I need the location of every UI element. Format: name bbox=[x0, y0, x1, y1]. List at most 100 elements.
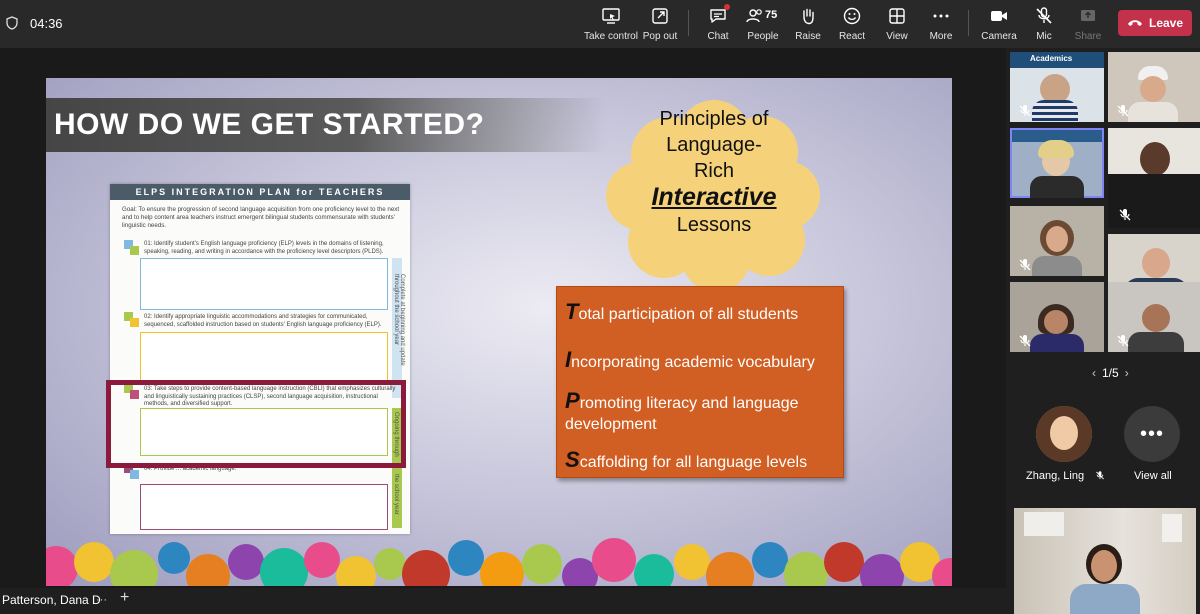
view-all-button[interactable]: ••• bbox=[1124, 406, 1180, 462]
tip-initial: S bbox=[565, 447, 580, 472]
leave-button[interactable]: Leave bbox=[1118, 10, 1192, 36]
pop-out-button[interactable]: Pop out bbox=[642, 6, 678, 44]
mic-muted-icon bbox=[1117, 335, 1129, 347]
self-shirt bbox=[1070, 584, 1140, 614]
participant-tile[interactable] bbox=[1010, 206, 1104, 276]
principles-cloud: Principles of Language- Rich Interactive… bbox=[594, 100, 834, 290]
plus-icon[interactable]: + bbox=[120, 590, 129, 606]
participant-shirt bbox=[1128, 102, 1178, 122]
people-icon-wrap: 75 bbox=[745, 6, 781, 26]
elps-plan-document: ELPS INTEGRATION PLAN for TEACHERS Goal:… bbox=[110, 184, 410, 534]
tip-item: Scaffolding for all language levels bbox=[565, 449, 841, 473]
step-2-text: 02: Identify appropriate linguistic acco… bbox=[144, 314, 382, 328]
pop-out-icon bbox=[652, 8, 668, 24]
participant-face bbox=[1044, 310, 1068, 334]
take-control-icon bbox=[602, 8, 620, 24]
chevron-left-icon[interactable]: ‹ bbox=[1092, 366, 1096, 380]
people-label: People bbox=[747, 31, 779, 42]
participant-name: Zhang, Ling bbox=[1026, 470, 1105, 482]
take-control-label: Take control bbox=[584, 31, 638, 42]
decorative-circles bbox=[46, 538, 952, 586]
raise-hand-button[interactable]: Raise bbox=[794, 6, 822, 44]
banner-text: Academics bbox=[1030, 54, 1073, 63]
participant-tile[interactable] bbox=[1108, 174, 1200, 228]
share-label: Share bbox=[1074, 31, 1102, 42]
tips-box: Total participation of all students Inco… bbox=[556, 286, 844, 478]
view-all-label: View all bbox=[1134, 470, 1172, 482]
participant-face bbox=[1140, 142, 1170, 176]
pop-out-label: Pop out bbox=[642, 31, 678, 42]
react-button[interactable]: React bbox=[838, 6, 866, 44]
chat-icon-wrap bbox=[708, 4, 730, 26]
participant-tile[interactable] bbox=[1010, 282, 1104, 352]
step-marker bbox=[130, 470, 139, 479]
leave-label: Leave bbox=[1148, 16, 1184, 30]
participant-shirt bbox=[1128, 332, 1184, 352]
step-2-box bbox=[140, 332, 388, 384]
participant-name-text: Zhang, Ling bbox=[1026, 470, 1085, 482]
wall-frame bbox=[1024, 512, 1064, 536]
mic-label: Mic bbox=[1036, 31, 1052, 42]
camera-button[interactable]: Camera bbox=[981, 6, 1017, 44]
ellipsis-icon[interactable]: ··· bbox=[96, 592, 107, 608]
stage-footer: Patterson, Dana D ··· + bbox=[0, 588, 1006, 614]
slide-title: HOW DO WE GET STARTED? bbox=[54, 108, 485, 141]
tip-item: Promoting literacy and language developm… bbox=[565, 390, 841, 435]
more-label: More bbox=[929, 31, 953, 42]
chat-button[interactable]: Chat bbox=[704, 4, 732, 44]
toolbar-divider bbox=[688, 10, 689, 36]
cloud-line: Lessons bbox=[676, 214, 752, 236]
mic-muted-icon bbox=[1019, 259, 1031, 271]
share-button[interactable]: Share bbox=[1074, 6, 1102, 44]
smiley-icon bbox=[843, 7, 861, 25]
self-face bbox=[1091, 550, 1117, 582]
tip-item: Incorporating academic vocabulary bbox=[565, 349, 841, 373]
tip-text: romoting literacy and language developme… bbox=[565, 395, 799, 433]
participant-shirt bbox=[1030, 334, 1084, 352]
view-button[interactable]: View bbox=[884, 6, 910, 44]
raise-label: Raise bbox=[795, 31, 821, 42]
toolbar-divider bbox=[968, 10, 969, 36]
presenter-name: Patterson, Dana D bbox=[2, 593, 101, 607]
cloud-line: Language- bbox=[666, 134, 762, 156]
people-button[interactable]: 75 People bbox=[744, 6, 782, 44]
side-text: the school year bbox=[393, 474, 399, 515]
step-1-box bbox=[140, 258, 388, 310]
avatar-face bbox=[1050, 416, 1078, 450]
participant-face bbox=[1046, 226, 1068, 252]
participants-panel: Academics ‹ 1/5 › Zhang, Ling ••• View a… bbox=[1006, 48, 1200, 614]
mic-muted-icon bbox=[1019, 105, 1031, 117]
doc-heading: ELPS INTEGRATION PLAN for TEACHERS bbox=[110, 184, 410, 200]
tip-item: Total participation of all students bbox=[565, 301, 841, 325]
presentation-slide: HOW DO WE GET STARTED? Principles of Lan… bbox=[46, 50, 952, 586]
avatar[interactable] bbox=[1036, 406, 1092, 462]
self-video-tile[interactable] bbox=[1014, 508, 1196, 614]
camera-label: Camera bbox=[981, 31, 1017, 42]
tip-text: ncorporating academic vocabulary bbox=[571, 354, 815, 371]
raise-hand-icon bbox=[803, 8, 814, 25]
more-dots-icon: ••• bbox=[1139, 422, 1164, 445]
participant-tile-speaking[interactable] bbox=[1010, 128, 1104, 198]
participant-shirt bbox=[1032, 256, 1082, 276]
participant-hair bbox=[1038, 140, 1074, 158]
more-button[interactable]: More bbox=[926, 6, 956, 44]
take-control-button[interactable]: Take control bbox=[584, 6, 638, 44]
participant-tile[interactable]: Academics bbox=[1010, 52, 1104, 122]
chevron-right-icon[interactable]: › bbox=[1125, 366, 1129, 380]
step-1-text: 01: Identify student's English language … bbox=[144, 241, 384, 255]
participant-tile[interactable] bbox=[1108, 52, 1200, 122]
meeting-toolbar: 04:36 Take control Pop out Chat 75 Peopl… bbox=[0, 0, 1200, 48]
gallery-pager: ‹ 1/5 › bbox=[1086, 366, 1135, 380]
step-marker bbox=[130, 246, 139, 255]
chat-unread-dot bbox=[724, 4, 730, 10]
tip-text: caffolding for all language levels bbox=[579, 454, 808, 471]
mic-button[interactable]: Mic bbox=[1032, 6, 1056, 44]
participant-shirt bbox=[1032, 100, 1078, 122]
tip-initial: P bbox=[565, 388, 580, 413]
people-icon bbox=[746, 9, 762, 23]
cloud-text: Principles of Language- Rich Interactive… bbox=[594, 106, 834, 238]
participant-tile[interactable] bbox=[1108, 282, 1200, 352]
people-count: 75 bbox=[765, 9, 778, 21]
tip-text: otal participation of all students bbox=[578, 306, 799, 323]
participant-shirt bbox=[1030, 176, 1084, 198]
